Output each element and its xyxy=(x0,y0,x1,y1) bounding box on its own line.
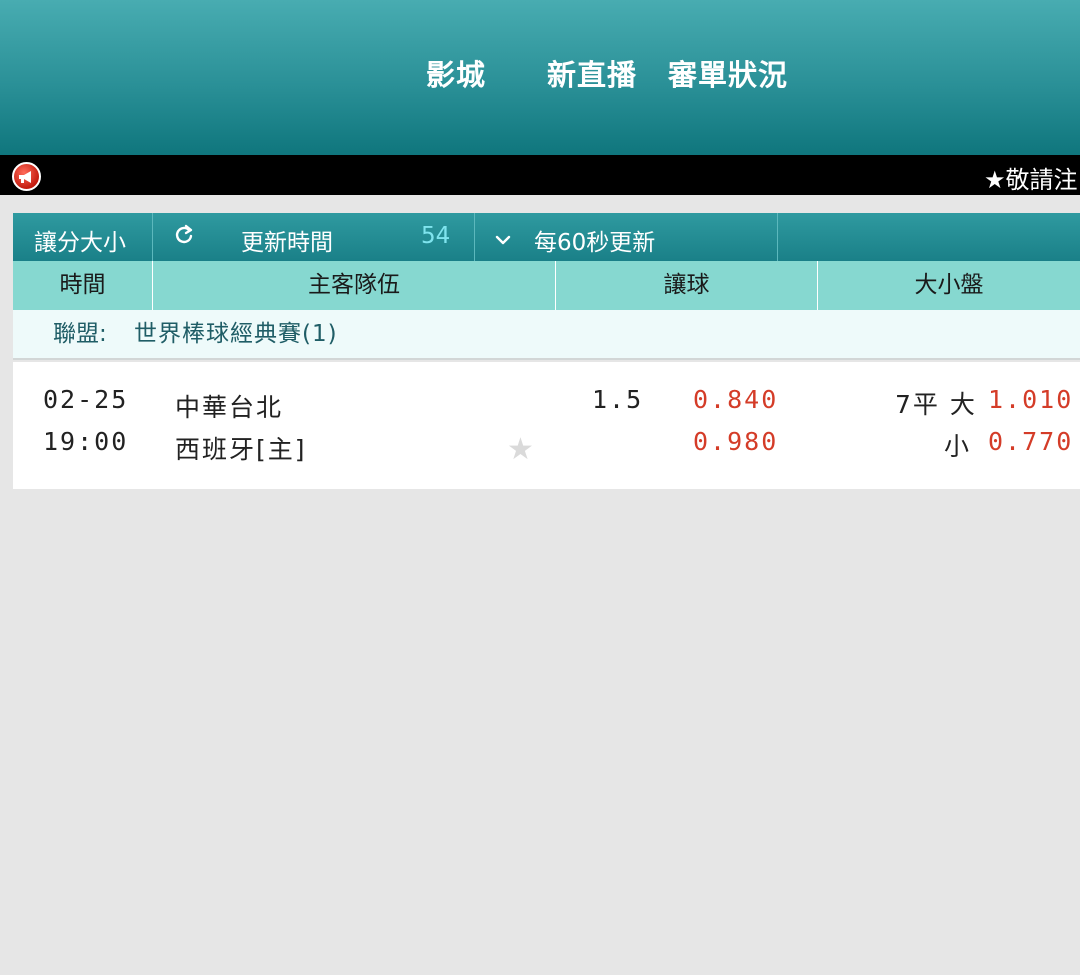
ticker-text[interactable]: ★敬請注 xyxy=(984,160,1078,195)
column-header-handicap: 讓球 xyxy=(556,261,818,310)
column-headers: 時間 主客隊伍 讓球 大小盤 xyxy=(13,261,1080,310)
handicap-odds-away[interactable]: 0.840 xyxy=(693,385,778,414)
interval-label: 每60秒更新 xyxy=(534,230,656,256)
team-away: 中華台北 xyxy=(175,393,284,422)
odds-toolbar: 讓分大小 更新時間 54 每60秒更新 xyxy=(13,213,1080,261)
league-label: 聯盟: xyxy=(53,321,107,347)
handicap-odds-home[interactable]: 0.980 xyxy=(693,427,778,456)
top-header: 影城 新直播 審單狀況 xyxy=(0,0,1080,155)
megaphone-icon[interactable] xyxy=(12,162,41,191)
match-date: 02-25 xyxy=(43,385,129,414)
countdown-value: 54 xyxy=(421,223,451,249)
ou-under-odds[interactable]: 0.770 xyxy=(988,427,1073,456)
mode-label: 讓分大小 xyxy=(34,230,126,256)
announcement-ticker: ★敬請注 xyxy=(0,155,1080,195)
ou-under-label: 小 xyxy=(944,432,972,461)
nav-item-order-status[interactable]: 審單狀況 xyxy=(668,52,788,94)
match-time: 19:00 xyxy=(43,427,129,456)
chevron-down-icon xyxy=(494,227,512,253)
ou-over-odds[interactable]: 1.010 xyxy=(988,385,1073,414)
match-row: 02-25 19:00 中華台北 西班牙[主] ★ 1.5 0.840 0.98… xyxy=(13,362,1080,489)
nav-item-cinema[interactable]: 影城 xyxy=(426,52,486,94)
league-name: 世界棒球經典賽(1) xyxy=(134,321,338,347)
team-home: 西班牙[主] xyxy=(175,435,307,464)
handicap-line: 1.5 xyxy=(592,385,644,414)
refresh-icon xyxy=(173,223,195,253)
nav-item-live[interactable]: 新直播 xyxy=(547,52,637,94)
interval-dropdown[interactable]: 每60秒更新 xyxy=(475,213,778,261)
refresh-button[interactable]: 更新時間 54 xyxy=(153,213,475,261)
column-header-overunder: 大小盤 xyxy=(914,272,984,298)
update-time-label: 更新時間 xyxy=(241,230,333,256)
favorite-star-icon[interactable]: ★ xyxy=(507,432,534,467)
column-header-teams: 主客隊伍 xyxy=(153,261,556,310)
mode-selector[interactable]: 讓分大小 xyxy=(13,213,153,261)
league-row[interactable]: 聯盟: 世界棒球經典賽(1) xyxy=(13,310,1080,360)
column-header-time: 時間 xyxy=(13,261,153,310)
toolbar-empty-cell xyxy=(778,213,1080,261)
ou-line: 7平 大 xyxy=(895,390,977,419)
